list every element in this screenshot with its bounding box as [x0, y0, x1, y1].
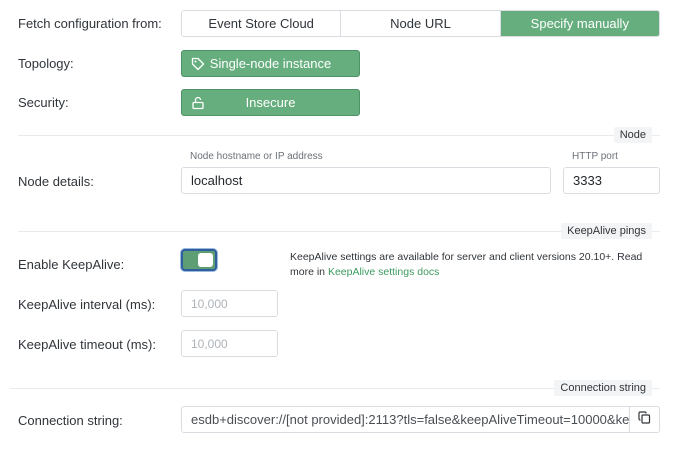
security-button-label: Insecure	[245, 95, 296, 110]
keepalive-docs-link[interactable]: KeepAlive settings docs	[328, 266, 439, 278]
connection-string-label: Connection string:	[18, 413, 123, 428]
topology-label: Topology:	[18, 56, 74, 71]
node-details-label: Node details:	[18, 174, 94, 189]
node-divider	[18, 135, 660, 136]
keepalive-section-tag: KeepAlive pings	[561, 223, 652, 239]
host-input[interactable]: localhost	[181, 167, 551, 194]
connection-string-input[interactable]: esdb+discover://[not provided]:2113?tls=…	[181, 406, 630, 433]
keepalive-info: KeepAlive settings are available for ser…	[290, 250, 650, 280]
tag-icon	[191, 57, 205, 71]
copy-icon	[638, 410, 651, 429]
enable-keepalive-label: Enable KeepAlive:	[18, 257, 125, 272]
security-button[interactable]: Insecure	[181, 89, 360, 116]
host-caption: Node hostname or IP address	[190, 151, 323, 162]
unlock-icon	[191, 96, 205, 110]
fetch-option-node-url[interactable]: Node URL	[341, 11, 501, 36]
keepalive-timeout-label: KeepAlive timeout (ms):	[18, 337, 156, 352]
keepalive-interval-label: KeepAlive interval (ms):	[18, 297, 156, 312]
fetch-config-selector: Event Store Cloud Node URL Specify manua…	[181, 10, 660, 37]
connection-section-tag: Connection string	[554, 380, 652, 396]
security-label: Security:	[18, 95, 69, 110]
toggle-knob	[198, 253, 213, 267]
copy-button[interactable]	[630, 406, 660, 433]
keepalive-interval-input[interactable]: 10,000	[181, 290, 278, 317]
keepalive-toggle[interactable]	[181, 249, 217, 271]
topology-button[interactable]: Single-node instance	[181, 50, 360, 77]
topology-button-label: Single-node instance	[209, 56, 332, 71]
node-section-tag: Node	[613, 127, 652, 143]
fetch-config-label: Fetch configuration from:	[18, 16, 162, 31]
fetch-option-specify-manually[interactable]: Specify manually	[500, 11, 659, 36]
fetch-option-event-store-cloud[interactable]: Event Store Cloud	[182, 11, 342, 36]
port-caption: HTTP port	[572, 151, 618, 162]
keepalive-timeout-input[interactable]: 10,000	[181, 330, 278, 357]
port-input[interactable]: 3333	[563, 167, 660, 194]
